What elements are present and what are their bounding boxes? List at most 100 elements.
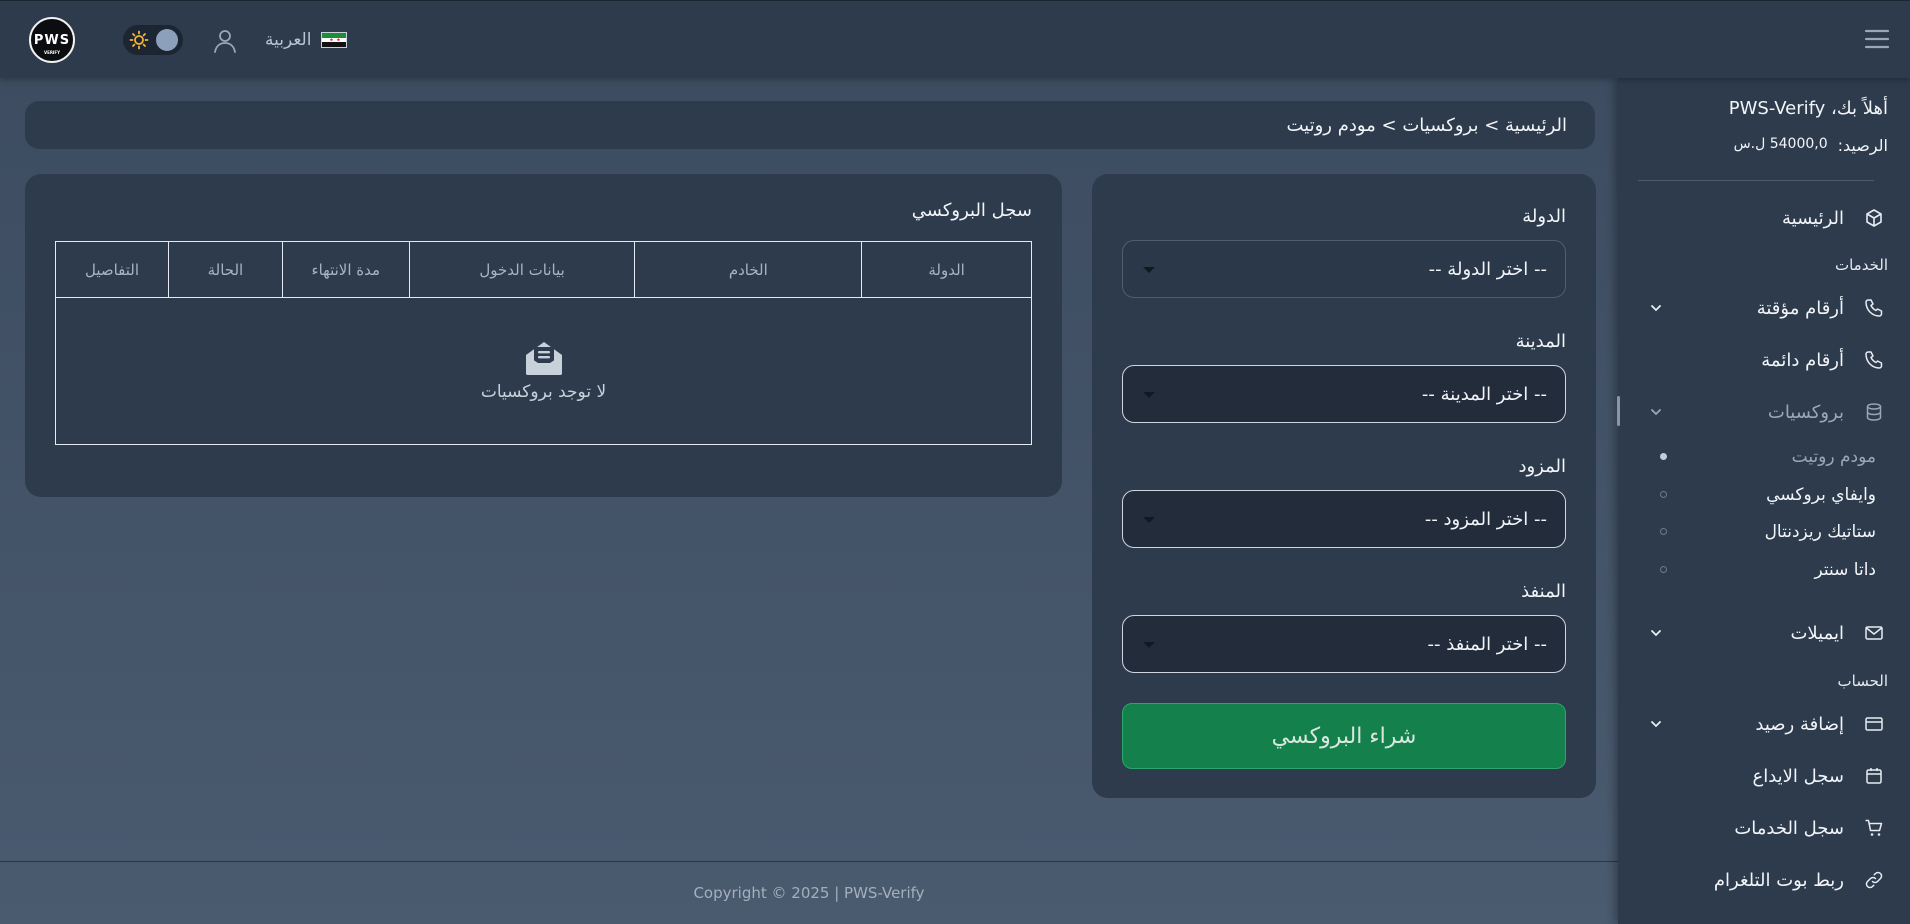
logo-subtext: VERIFY [43,50,61,55]
table-header-row: الدولة الخادم بيانات الدخول مدة الانتهاء… [55,241,1032,298]
chevron-down-icon[interactable] [1648,625,1664,641]
chevron-down-icon[interactable] [1648,716,1664,732]
theme-toggle[interactable] [123,25,183,55]
sidebar-item-label: الرئيسية [1782,207,1844,229]
sidebar-item-deposit-log[interactable]: سجل الايداع [1618,756,1910,796]
toggle-knob [156,29,178,51]
sidebar-item-label: ربط بوت التلغرام [1713,869,1844,891]
balance: الرصيد: 54000,0 ل.س [1734,136,1888,155]
language-label: العربية [265,30,312,50]
open-envelope-icon [525,342,562,375]
services-section-label: الخدمات [1834,256,1888,274]
chevron-down-icon[interactable] [1648,404,1664,420]
sidebar-item-label: بروكسيات [1767,401,1844,423]
sidebar-item-services-log[interactable]: سجل الخدمات [1618,808,1910,848]
sidebar-item-label: أرقام مؤقتة [1756,297,1844,319]
empty-state-cell: لا توجد بروكسيات [55,297,1032,445]
sidebar-item-home[interactable]: الرئيسية [1618,198,1910,238]
calendar-icon [1866,768,1882,784]
proxy-log-title: سجل البروكسي [911,200,1032,221]
proxy-log-card: سجل البروكسي الدولة الخادم بيانات الدخول… [25,174,1062,497]
user-icon[interactable] [212,28,238,54]
phone-icon [1865,299,1883,317]
sidebar-item-label: ايميلات [1790,622,1844,644]
language-switcher[interactable]: العربية [265,28,348,52]
sidebar-subitem-static-residential[interactable]: ستاتيك ريزدنتال [1618,517,1910,547]
sidebar-item-label: أرقام دائمة [1761,349,1844,371]
account-section-label: الحساب [1837,672,1889,690]
sidebar-subitem-wifi-proxy[interactable]: وايفاي بروكسي [1618,480,1910,510]
port-select-value: -- اختر المنفذ -- [1427,633,1547,655]
sun-icon [129,30,149,50]
country-select-value: -- اختر الدولة -- [1428,258,1547,280]
caret-down-icon [1143,267,1155,273]
top-bar: PWS VERIFY العربية [0,0,1910,78]
bullet-dot-icon [1660,453,1667,460]
proxy-log-table: الدولة الخادم بيانات الدخول مدة الانتهاء… [55,241,1032,445]
footer-divider [0,861,1618,862]
hamburger-menu-icon[interactable] [1864,27,1890,51]
flag-icon [321,32,348,48]
balance-value: 54000,0 ل.س [1733,136,1828,152]
provider-select-value: -- اختر المزود -- [1424,508,1547,530]
city-label: المدينة [1515,331,1566,352]
sidebar-item-telegram-bot[interactable]: ربط بوت التلغرام [1618,860,1910,900]
column-header-country: الدولة [861,241,1032,298]
caret-down-icon [1143,642,1155,648]
logo-text: PWS [33,32,71,48]
country-select[interactable]: -- اختر الدولة -- [1122,240,1566,298]
bullet-dot-icon [1660,491,1667,498]
credit-card-icon [1865,717,1883,731]
city-select[interactable]: -- اختر المدينة -- [1122,365,1566,423]
sidebar-item-add-balance[interactable]: إضافة رصيد [1618,704,1910,744]
country-label: الدولة [1522,206,1566,227]
sidebar-subitem-label: وايفاي بروكسي [1766,485,1876,505]
chevron-down-icon[interactable] [1648,300,1664,316]
footer-copyright: Copyright © 2025 | PWS-Verify [693,884,925,902]
buy-proxy-button[interactable]: شراء البروكسي [1122,703,1566,769]
balance-label: الرصيد: [1837,136,1888,155]
cube-icon [1866,209,1882,227]
sidebar-subitem-label: مودم روتيت [1791,447,1876,467]
sidebar-item-label: إضافة رصيد [1755,713,1844,735]
proxy-purchase-form: الدولة -- اختر الدولة -- المدينة -- اختر… [1092,174,1596,798]
column-header-server: الخادم [634,241,863,298]
sidebar-subitem-data-center[interactable]: داتا سنتر [1618,555,1910,585]
logo[interactable]: PWS VERIFY [29,17,75,63]
column-header-credentials: بيانات الدخول [408,241,636,298]
sidebar-item-perm-numbers[interactable]: أرقام دائمة [1618,340,1910,380]
breadcrumb-text: الرئيسية > بروكسيات > مودم روتيت [1286,114,1568,136]
sidebar-item-emails[interactable]: ايميلات [1618,613,1910,653]
sidebar-item-proxies[interactable]: بروكسيات [1618,392,1910,432]
port-label: المنفذ [1521,581,1566,602]
provider-select[interactable]: -- اختر المزود -- [1122,490,1566,548]
caret-down-icon [1143,392,1155,398]
caret-down-icon [1143,517,1155,523]
mail-icon [1865,626,1883,640]
port-select[interactable]: -- اختر المنفذ -- [1122,615,1566,673]
sidebar-item-label: سجل الايداع [1752,765,1844,787]
empty-state: لا توجد بروكسيات [56,340,1031,402]
bullet-dot-icon [1660,566,1667,573]
database-icon [1866,403,1882,421]
column-header-details: التفاصيل [55,241,169,298]
column-header-status: الحالة [167,241,283,298]
shopping-cart-icon [1865,819,1883,836]
sidebar-divider [1638,180,1874,181]
welcome-text: أهلاً بك، PWS-Verify [1728,98,1888,119]
provider-label: المزود [1518,456,1566,477]
column-header-expiry: مدة الانتهاء [281,241,410,298]
sidebar-subitem-label: داتا سنتر [1814,560,1877,580]
sidebar-item-temp-numbers[interactable]: أرقام مؤقتة [1618,288,1910,328]
city-select-value: -- اختر المدينة -- [1421,383,1547,405]
bullet-dot-icon [1660,528,1667,535]
empty-state-text: لا توجد بروكسيات [480,382,607,402]
sidebar-item-label: سجل الخدمات [1734,817,1844,839]
sidebar-subitem-label: ستاتيك ريزدنتال [1764,522,1876,542]
link-icon [1865,871,1883,889]
sidebar: أهلاً بك، PWS-Verify الرصيد: 54000,0 ل.س… [1617,78,1910,924]
table-row: لا توجد بروكسيات [55,297,1032,445]
sidebar-subitem-rotating-modem[interactable]: مودم روتيت [1618,442,1910,472]
phone-icon [1865,351,1883,369]
breadcrumb: الرئيسية > بروكسيات > مودم روتيت [25,101,1595,149]
